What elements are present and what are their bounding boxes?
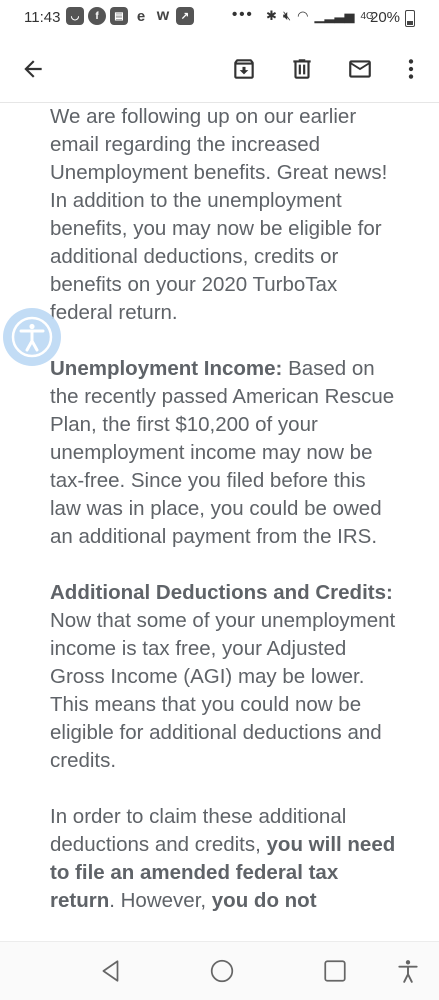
paragraph-text: Now that some of your unemployment incom… <box>50 609 396 772</box>
nav-recents-button[interactable] <box>320 956 350 986</box>
accessibility-icon <box>11 316 53 358</box>
nav-accessibility-button[interactable] <box>393 956 423 986</box>
paragraph-heading: Additional Deductions and Credits: <box>50 581 393 604</box>
nav-home-button[interactable] <box>207 956 237 986</box>
triangle-back-icon <box>102 960 119 982</box>
status-bar: 11:43 ◡ f ▤ e w ↗ ••• ✱ 🔇︎ ◠ ▁▂▃▅ 4G 20% <box>0 0 439 36</box>
news-icon: ▤ <box>110 7 128 25</box>
more-notifications-icon: ••• <box>232 6 254 23</box>
arrow-back-icon <box>24 60 42 78</box>
notification-icons: ◡ f ▤ e w ↗ <box>66 7 194 25</box>
email-paragraph: We are following up on our earlier email… <box>50 105 388 324</box>
paragraph-text: Based on the recently passed American Re… <box>50 357 395 548</box>
battery-icon <box>405 10 415 27</box>
status-time: 11:43 <box>24 9 61 26</box>
trash-icon <box>293 59 311 79</box>
paragraph-text: . However, <box>109 889 212 912</box>
square-recents-icon <box>324 960 346 982</box>
archive-button[interactable] <box>229 54 259 84</box>
chart-app-icon: ↗ <box>176 7 194 25</box>
email-body: We are following up on our earlier email… <box>50 103 400 943</box>
signal-icon: ▁▂▃▅ <box>314 8 355 23</box>
system-icons: ✱ 🔇︎ ◠ ▁▂▃▅ 4G <box>266 8 374 24</box>
system-nav-bar <box>0 941 439 1000</box>
app-w-icon: w <box>156 7 170 24</box>
nav-back-button[interactable] <box>96 956 126 986</box>
archive-icon <box>234 59 254 79</box>
bluetooth-icon: ✱ <box>266 8 277 23</box>
facebook-icon: f <box>88 7 106 25</box>
accessibility-icon <box>398 960 418 983</box>
more-options-button[interactable] <box>396 54 426 84</box>
app-e-icon: e <box>136 7 146 25</box>
app-notification-icon: ◡ <box>66 7 84 25</box>
circle-home-icon <box>210 959 234 983</box>
accessibility-floating-button[interactable] <box>3 308 61 366</box>
delete-button[interactable] <box>287 54 317 84</box>
wifi-icon: ◠ <box>297 8 309 23</box>
paragraph-emphasis: you do not <box>211 889 317 912</box>
email-toolbar <box>0 36 439 103</box>
more-vert-icon <box>408 59 414 79</box>
email-paragraph: Additional Deductions and Credits: Now t… <box>50 579 400 775</box>
paragraph-heading: Unemployment Income: <box>50 357 283 380</box>
email-paragraph: Unemployment Income: Based on the recent… <box>50 355 400 551</box>
mail-icon <box>349 60 371 78</box>
back-button[interactable] <box>18 54 48 84</box>
mark-unread-button[interactable] <box>345 54 375 84</box>
mute-icon: 🔇︎ <box>282 8 292 23</box>
email-paragraph: In order to claim these additional deduc… <box>50 803 400 915</box>
battery-percent: 20% <box>370 9 401 26</box>
